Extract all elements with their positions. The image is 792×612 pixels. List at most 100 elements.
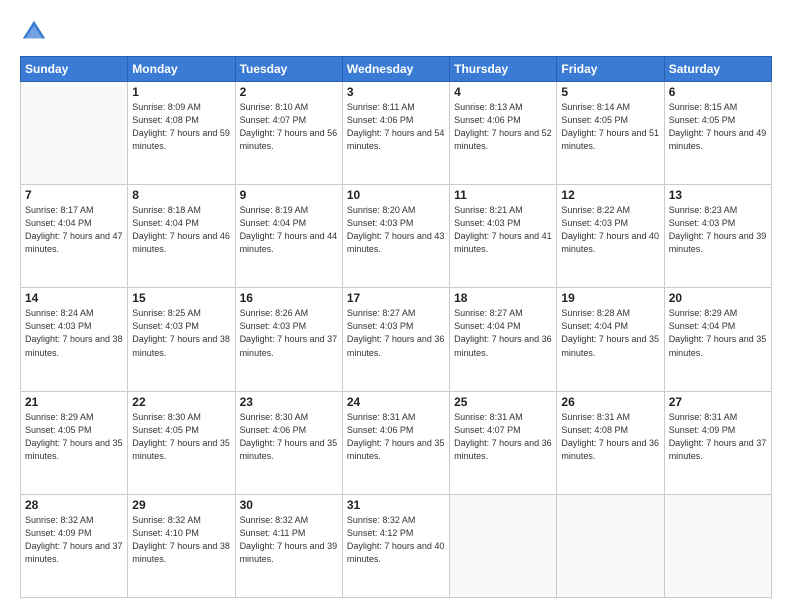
day-info: Sunrise: 8:32 AMSunset: 4:10 PMDaylight:… bbox=[132, 514, 230, 566]
calendar-cell: 12 Sunrise: 8:22 AMSunset: 4:03 PMDayligh… bbox=[557, 185, 664, 288]
calendar-cell bbox=[21, 82, 128, 185]
weekday-header-thursday: Thursday bbox=[450, 57, 557, 82]
calendar-week-5: 28 Sunrise: 8:32 AMSunset: 4:09 PMDayligh… bbox=[21, 494, 772, 597]
calendar-week-2: 7Sunrise: 8:17 AMSunset: 4:04 PMDaylight… bbox=[21, 185, 772, 288]
calendar-table: SundayMondayTuesdayWednesdayThursdayFrid… bbox=[20, 56, 772, 598]
day-info: Sunrise: 8:17 AMSunset: 4:04 PMDaylight:… bbox=[25, 204, 123, 256]
weekday-header-friday: Friday bbox=[557, 57, 664, 82]
day-number: 11 bbox=[454, 188, 552, 202]
day-info: Sunrise: 8:31 AMSunset: 4:08 PMDaylight:… bbox=[561, 411, 659, 463]
day-number: 2 bbox=[240, 85, 338, 99]
calendar-cell: 6Sunrise: 8:15 AMSunset: 4:05 PMDaylight… bbox=[664, 82, 771, 185]
day-number: 8 bbox=[132, 188, 230, 202]
calendar-cell: 8 Sunrise: 8:18 AMSunset: 4:04 PMDaylight… bbox=[128, 185, 235, 288]
day-info: Sunrise: 8:26 AMSunset: 4:03 PMDaylight:… bbox=[240, 307, 338, 359]
calendar-cell: 28 Sunrise: 8:32 AMSunset: 4:09 PMDayligh… bbox=[21, 494, 128, 597]
calendar-cell bbox=[450, 494, 557, 597]
calendar-cell: 5Sunrise: 8:14 AMSunset: 4:05 PMDaylight… bbox=[557, 82, 664, 185]
day-info: Sunrise: 8:25 AMSunset: 4:03 PMDaylight:… bbox=[132, 307, 230, 359]
calendar-cell: 20 Sunrise: 8:29 AMSunset: 4:04 PMDayligh… bbox=[664, 288, 771, 391]
weekday-header-saturday: Saturday bbox=[664, 57, 771, 82]
day-info: Sunrise: 8:19 AMSunset: 4:04 PMDaylight:… bbox=[240, 204, 338, 256]
calendar-cell bbox=[664, 494, 771, 597]
day-number: 10 bbox=[347, 188, 445, 202]
day-number: 31 bbox=[347, 498, 445, 512]
day-number: 26 bbox=[561, 395, 659, 409]
weekday-header-monday: Monday bbox=[128, 57, 235, 82]
day-info: Sunrise: 8:31 AMSunset: 4:09 PMDaylight:… bbox=[669, 411, 767, 463]
page: SundayMondayTuesdayWednesdayThursdayFrid… bbox=[0, 0, 792, 612]
logo-icon bbox=[20, 18, 48, 46]
day-number: 28 bbox=[25, 498, 123, 512]
day-info: Sunrise: 8:29 AMSunset: 4:05 PMDaylight:… bbox=[25, 411, 123, 463]
calendar-cell: 30Sunrise: 8:32 AMSunset: 4:11 PMDayligh… bbox=[235, 494, 342, 597]
day-number: 17 bbox=[347, 291, 445, 305]
day-number: 5 bbox=[561, 85, 659, 99]
day-number: 19 bbox=[561, 291, 659, 305]
calendar-cell: 3Sunrise: 8:11 AMSunset: 4:06 PMDaylight… bbox=[342, 82, 449, 185]
day-info: Sunrise: 8:10 AMSunset: 4:07 PMDaylight:… bbox=[240, 101, 338, 153]
calendar-cell: 25 Sunrise: 8:31 AMSunset: 4:07 PMDayligh… bbox=[450, 391, 557, 494]
day-info: Sunrise: 8:30 AMSunset: 4:06 PMDaylight:… bbox=[240, 411, 338, 463]
calendar-cell: 19 Sunrise: 8:28 AMSunset: 4:04 PMDayligh… bbox=[557, 288, 664, 391]
calendar-cell: 24 Sunrise: 8:31 AMSunset: 4:06 PMDayligh… bbox=[342, 391, 449, 494]
calendar-week-3: 14 Sunrise: 8:24 AMSunset: 4:03 PMDayligh… bbox=[21, 288, 772, 391]
calendar-week-1: 1 Sunrise: 8:09 AMSunset: 4:08 PMDaylight… bbox=[21, 82, 772, 185]
calendar-cell bbox=[557, 494, 664, 597]
day-info: Sunrise: 8:32 AMSunset: 4:12 PMDaylight:… bbox=[347, 514, 445, 566]
calendar-cell: 21 Sunrise: 8:29 AMSunset: 4:05 PMDayligh… bbox=[21, 391, 128, 494]
day-info: Sunrise: 8:20 AMSunset: 4:03 PMDaylight:… bbox=[347, 204, 445, 256]
header bbox=[20, 18, 772, 46]
day-info: Sunrise: 8:32 AMSunset: 4:11 PMDaylight:… bbox=[240, 514, 338, 566]
calendar-cell: 17Sunrise: 8:27 AMSunset: 4:03 PMDayligh… bbox=[342, 288, 449, 391]
calendar-header-row: SundayMondayTuesdayWednesdayThursdayFrid… bbox=[21, 57, 772, 82]
day-number: 1 bbox=[132, 85, 230, 99]
day-number: 9 bbox=[240, 188, 338, 202]
day-info: Sunrise: 8:18 AMSunset: 4:04 PMDaylight:… bbox=[132, 204, 230, 256]
day-info: Sunrise: 8:30 AMSunset: 4:05 PMDaylight:… bbox=[132, 411, 230, 463]
calendar-cell: 1 Sunrise: 8:09 AMSunset: 4:08 PMDaylight… bbox=[128, 82, 235, 185]
logo bbox=[20, 18, 52, 46]
calendar-cell: 16 Sunrise: 8:26 AMSunset: 4:03 PMDayligh… bbox=[235, 288, 342, 391]
calendar-cell: 31 Sunrise: 8:32 AMSunset: 4:12 PMDayligh… bbox=[342, 494, 449, 597]
calendar-cell: 22Sunrise: 8:30 AMSunset: 4:05 PMDayligh… bbox=[128, 391, 235, 494]
calendar-cell: 2 Sunrise: 8:10 AMSunset: 4:07 PMDaylight… bbox=[235, 82, 342, 185]
day-info: Sunrise: 8:28 AMSunset: 4:04 PMDaylight:… bbox=[561, 307, 659, 359]
day-number: 23 bbox=[240, 395, 338, 409]
day-info: Sunrise: 8:23 AMSunset: 4:03 PMDaylight:… bbox=[669, 204, 767, 256]
day-info: Sunrise: 8:29 AMSunset: 4:04 PMDaylight:… bbox=[669, 307, 767, 359]
calendar-cell: 15 Sunrise: 8:25 AMSunset: 4:03 PMDayligh… bbox=[128, 288, 235, 391]
day-number: 25 bbox=[454, 395, 552, 409]
day-number: 14 bbox=[25, 291, 123, 305]
day-number: 24 bbox=[347, 395, 445, 409]
day-info: Sunrise: 8:21 AMSunset: 4:03 PMDaylight:… bbox=[454, 204, 552, 256]
day-number: 15 bbox=[132, 291, 230, 305]
day-info: Sunrise: 8:22 AMSunset: 4:03 PMDaylight:… bbox=[561, 204, 659, 256]
calendar-cell: 29 Sunrise: 8:32 AMSunset: 4:10 PMDayligh… bbox=[128, 494, 235, 597]
weekday-header-tuesday: Tuesday bbox=[235, 57, 342, 82]
day-number: 4 bbox=[454, 85, 552, 99]
day-number: 21 bbox=[25, 395, 123, 409]
day-info: Sunrise: 8:31 AMSunset: 4:06 PMDaylight:… bbox=[347, 411, 445, 463]
day-info: Sunrise: 8:31 AMSunset: 4:07 PMDaylight:… bbox=[454, 411, 552, 463]
day-number: 27 bbox=[669, 395, 767, 409]
calendar-cell: 14 Sunrise: 8:24 AMSunset: 4:03 PMDayligh… bbox=[21, 288, 128, 391]
weekday-header-sunday: Sunday bbox=[21, 57, 128, 82]
day-number: 29 bbox=[132, 498, 230, 512]
calendar-cell: 27 Sunrise: 8:31 AMSunset: 4:09 PMDayligh… bbox=[664, 391, 771, 494]
day-info: Sunrise: 8:24 AMSunset: 4:03 PMDaylight:… bbox=[25, 307, 123, 359]
day-number: 6 bbox=[669, 85, 767, 99]
day-number: 3 bbox=[347, 85, 445, 99]
calendar-cell: 18 Sunrise: 8:27 AMSunset: 4:04 PMDayligh… bbox=[450, 288, 557, 391]
day-number: 20 bbox=[669, 291, 767, 305]
weekday-header-wednesday: Wednesday bbox=[342, 57, 449, 82]
day-info: Sunrise: 8:27 AMSunset: 4:04 PMDaylight:… bbox=[454, 307, 552, 359]
day-info: Sunrise: 8:32 AMSunset: 4:09 PMDaylight:… bbox=[25, 514, 123, 566]
day-info: Sunrise: 8:09 AMSunset: 4:08 PMDaylight:… bbox=[132, 101, 230, 153]
calendar-cell: 4 Sunrise: 8:13 AMSunset: 4:06 PMDaylight… bbox=[450, 82, 557, 185]
day-number: 12 bbox=[561, 188, 659, 202]
day-number: 16 bbox=[240, 291, 338, 305]
day-number: 18 bbox=[454, 291, 552, 305]
calendar-cell: 26 Sunrise: 8:31 AMSunset: 4:08 PMDayligh… bbox=[557, 391, 664, 494]
day-info: Sunrise: 8:13 AMSunset: 4:06 PMDaylight:… bbox=[454, 101, 552, 153]
